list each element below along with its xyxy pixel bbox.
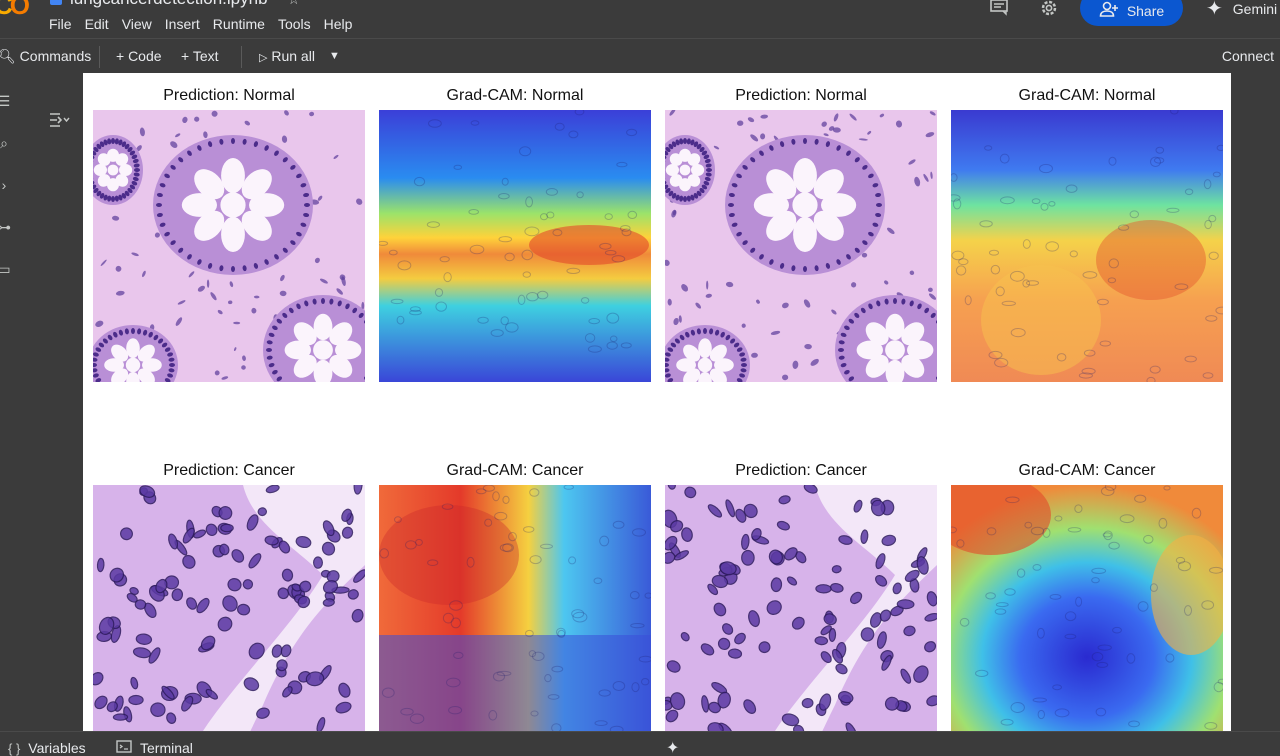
gradcam-heatmap-image bbox=[379, 110, 651, 382]
gemini-sparkle-icon[interactable]: ✦ bbox=[666, 738, 679, 756]
connect-button[interactable]: Connect bbox=[1222, 48, 1274, 64]
histology-image bbox=[93, 485, 365, 731]
drive-file-icon bbox=[50, 0, 62, 5]
cell-gutter bbox=[20, 73, 83, 731]
panel-title: Grad-CAM: Cancer bbox=[1018, 462, 1156, 479]
histology-image bbox=[93, 110, 365, 382]
menu-tools[interactable]: Tools bbox=[278, 16, 318, 32]
terminal-icon bbox=[116, 740, 132, 756]
find-icon[interactable]: ⌕ bbox=[0, 135, 12, 151]
share-button[interactable]: Share bbox=[1080, 0, 1183, 26]
menu-file[interactable]: File bbox=[49, 16, 79, 32]
gemini-button[interactable]: ✦ Gemini bbox=[1206, 0, 1277, 21]
run-all-button[interactable]: ▷ Run all bbox=[259, 48, 315, 64]
bottom-bar: { } Variables Terminal ✦ bbox=[0, 731, 1280, 756]
variables-label: Variables bbox=[28, 740, 86, 756]
panel-title: Prediction: Cancer bbox=[735, 462, 867, 479]
panel-title: Prediction: Cancer bbox=[163, 462, 295, 479]
menu-runtime[interactable]: Runtime bbox=[213, 16, 272, 32]
play-icon: ▷ bbox=[259, 52, 268, 64]
menu-help[interactable]: Help bbox=[324, 16, 360, 32]
code-snippets-icon[interactable]: › bbox=[0, 177, 12, 193]
settings-gear-icon[interactable] bbox=[1038, 0, 1060, 20]
colab-logo[interactable]: CO bbox=[0, 0, 30, 21]
secrets-key-icon[interactable]: ⊶ bbox=[0, 219, 12, 235]
panel-title: Grad-CAM: Normal bbox=[1018, 87, 1156, 104]
terminal-label: Terminal bbox=[140, 740, 193, 756]
toolbar-divider bbox=[99, 46, 100, 68]
histology-image bbox=[665, 110, 937, 382]
menu-view[interactable]: View bbox=[122, 16, 159, 32]
toolbar-divider bbox=[241, 46, 242, 68]
variables-button[interactable]: { } Variables bbox=[8, 740, 86, 756]
output-actions-icon[interactable] bbox=[48, 111, 70, 131]
run-all-dropdown-icon[interactable]: ▼ bbox=[329, 50, 340, 62]
gradcam-heatmap-image bbox=[951, 485, 1223, 731]
run-all-label: Run all bbox=[271, 48, 315, 64]
right-gutter bbox=[1231, 73, 1280, 731]
gemini-sparkle-icon: ✦ bbox=[1206, 0, 1223, 20]
commands-label: Commands bbox=[19, 48, 92, 64]
notebook-title-row: lungcancerdetection.ipynb ☆ bbox=[50, 0, 300, 8]
terminal-button[interactable]: Terminal bbox=[116, 740, 193, 756]
cell-output: Prediction: Normal Grad-CAM: Normal Predi… bbox=[83, 73, 1231, 731]
person-add-icon bbox=[1099, 1, 1119, 21]
menu-bar: File Edit View Insert Runtime Tools Help bbox=[49, 16, 365, 32]
panel-title: Grad-CAM: Cancer bbox=[446, 462, 584, 479]
comments-icon[interactable] bbox=[988, 0, 1010, 20]
files-folder-icon[interactable]: ▭ bbox=[0, 261, 12, 277]
share-label: Share bbox=[1126, 3, 1165, 19]
notebook-title[interactable]: lungcancerdetection.ipynb bbox=[70, 0, 268, 9]
star-icon[interactable]: ☆ bbox=[288, 0, 301, 8]
commands-button[interactable]: 🔍︎ Commands bbox=[0, 48, 91, 65]
panel-title: Prediction: Normal bbox=[735, 87, 867, 104]
gradcam-heatmap-image bbox=[379, 485, 651, 731]
menu-insert[interactable]: Insert bbox=[165, 16, 207, 32]
gemini-label: Gemini bbox=[1232, 0, 1278, 17]
top-bar: CO lungcancerdetection.ipynb ☆ File Edit… bbox=[0, 0, 1280, 38]
add-code-button[interactable]: + Code bbox=[116, 48, 162, 64]
table-of-contents-icon[interactable]: ☰ bbox=[0, 93, 12, 109]
variables-braces-icon: { } bbox=[8, 740, 21, 756]
notebook-toolbar: 🔍︎ Commands + Code + Text ▷ Run all ▼ Co… bbox=[0, 38, 1280, 73]
panel-title: Grad-CAM: Normal bbox=[446, 87, 584, 104]
search-icon: 🔍︎ bbox=[0, 48, 16, 64]
colab-window: CO lungcancerdetection.ipynb ☆ File Edit… bbox=[0, 0, 1280, 756]
add-text-button[interactable]: + Text bbox=[181, 48, 219, 64]
menu-edit[interactable]: Edit bbox=[85, 16, 116, 32]
left-sidebar: ☰ ⌕ › ⊶ ▭ bbox=[0, 73, 20, 731]
gradcam-heatmap-image bbox=[951, 110, 1223, 382]
panel-title: Prediction: Normal bbox=[163, 87, 295, 104]
histology-image bbox=[665, 485, 937, 731]
